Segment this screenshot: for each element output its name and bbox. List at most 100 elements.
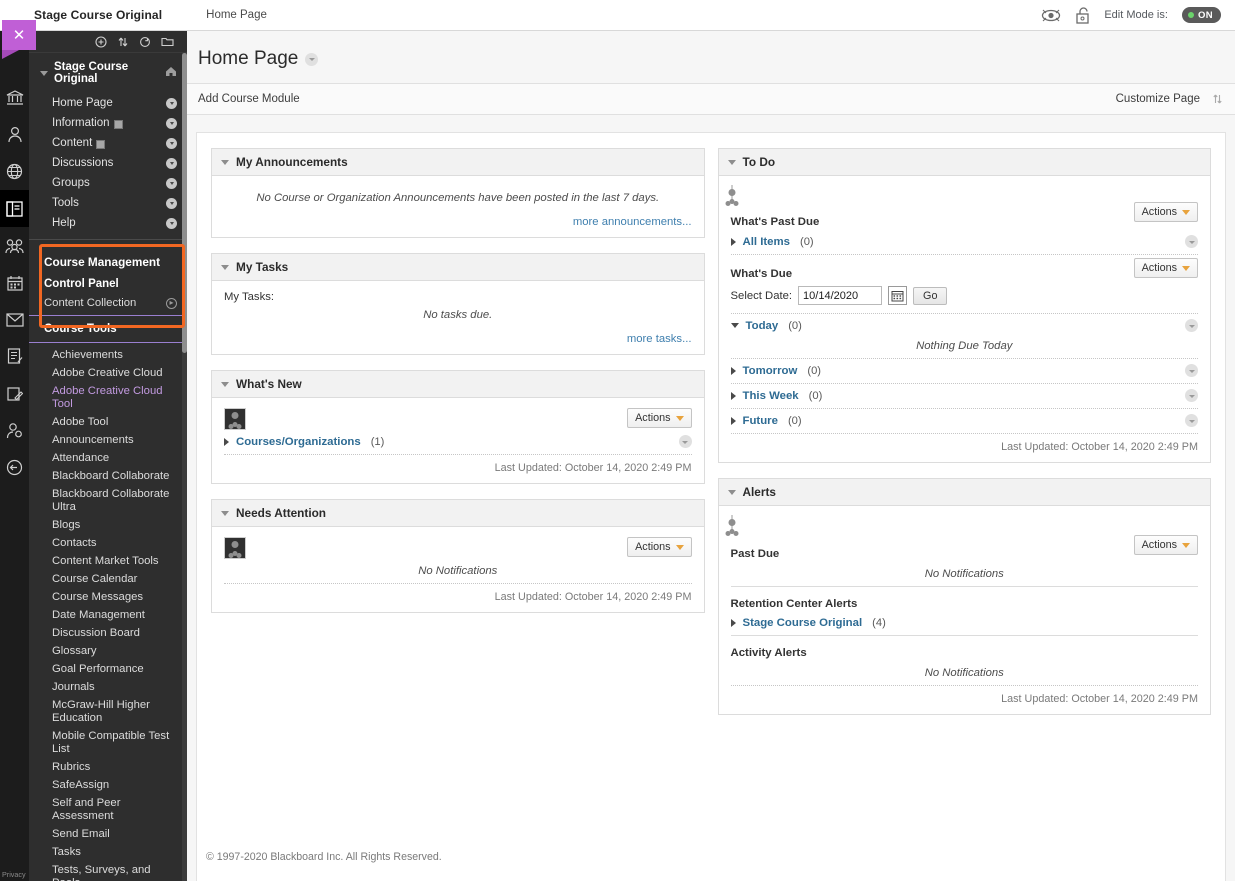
- grades-icon[interactable]: [0, 338, 29, 375]
- refresh-icon[interactable]: [139, 36, 151, 48]
- row-options-chevron-icon[interactable]: [1185, 364, 1198, 377]
- add-content-icon[interactable]: [95, 35, 107, 48]
- tool-link[interactable]: Rubrics: [29, 758, 187, 776]
- tool-link[interactable]: Journals: [29, 678, 187, 696]
- date-input[interactable]: [798, 286, 883, 305]
- tool-link[interactable]: Tests, Surveys, and Pools: [29, 861, 187, 881]
- chevron-down-icon[interactable]: [40, 70, 48, 76]
- collapse-chevron-icon[interactable]: [221, 159, 229, 165]
- item-options-chevron-icon[interactable]: [166, 117, 177, 129]
- course-tools-heading[interactable]: Course Tools: [29, 319, 187, 339]
- tool-link[interactable]: Announcements: [29, 431, 187, 449]
- breadcrumb[interactable]: Home Page: [206, 9, 267, 21]
- tool-link[interactable]: Content Market Tools: [29, 552, 187, 570]
- collapse-chevron-icon[interactable]: [221, 381, 229, 387]
- add-course-module-button[interactable]: Add Course Module: [198, 93, 300, 105]
- go-button[interactable]: Go: [913, 286, 948, 305]
- tool-link-highlighted[interactable]: Adobe Creative Cloud Tool: [29, 382, 187, 413]
- actions-button[interactable]: Actions: [1133, 535, 1198, 555]
- tool-link[interactable]: Goal Performance: [29, 660, 187, 678]
- privacy-link[interactable]: Privacy: [2, 871, 26, 879]
- tools-icon[interactable]: [0, 375, 29, 412]
- item-options-chevron-icon[interactable]: [166, 157, 177, 169]
- tool-link[interactable]: Discussion Board: [29, 624, 187, 642]
- expand-triangle-icon[interactable]: [730, 416, 736, 425]
- sidebar-item-discussions[interactable]: Discussions: [29, 153, 187, 173]
- item-options-chevron-icon[interactable]: [166, 97, 177, 109]
- signout-icon[interactable]: [0, 449, 29, 486]
- sidebar-item-tools[interactable]: Tools: [29, 193, 187, 213]
- collapse-chevron-icon[interactable]: [221, 264, 229, 270]
- expand-triangle-icon[interactable]: [730, 366, 736, 375]
- tool-link[interactable]: Contacts: [29, 534, 187, 552]
- item-options-chevron-icon[interactable]: [166, 197, 177, 209]
- tool-link[interactable]: Blackboard Collaborate: [29, 467, 187, 485]
- tool-link[interactable]: Blackboard Collaborate Ultra: [29, 485, 187, 516]
- tool-link[interactable]: Adobe Creative Cloud: [29, 364, 187, 382]
- expand-triangle-icon[interactable]: [730, 391, 736, 400]
- tool-link[interactable]: SafeAssign: [29, 776, 187, 794]
- sidebar-item-content[interactable]: Content: [29, 133, 187, 153]
- row-options-chevron-icon[interactable]: [1185, 319, 1198, 332]
- calendar-picker-icon[interactable]: [888, 286, 908, 305]
- actions-button[interactable]: Actions: [627, 537, 692, 557]
- sidebar-item-help[interactable]: Help: [29, 213, 187, 233]
- tool-link[interactable]: Blogs: [29, 516, 187, 534]
- sort-order-icon[interactable]: [1212, 93, 1223, 105]
- tool-link[interactable]: Adobe Tool: [29, 413, 187, 431]
- tool-link[interactable]: Self and Peer Assessment: [29, 794, 187, 825]
- collapse-triangle-icon[interactable]: [730, 323, 739, 328]
- actions-button[interactable]: Actions: [627, 408, 692, 428]
- tool-link[interactable]: Course Calendar: [29, 570, 187, 588]
- scrollbar-thumb[interactable]: [182, 53, 187, 353]
- course-menu-title-row[interactable]: Stage Course Original: [29, 53, 187, 93]
- collapse-chevron-icon[interactable]: [727, 489, 736, 495]
- home-icon[interactable]: [165, 66, 177, 80]
- course-menu-scrollbar[interactable]: [182, 53, 187, 881]
- organizations-icon[interactable]: [0, 227, 29, 264]
- sidebar-item-home-page[interactable]: Home Page: [29, 93, 187, 113]
- item-options-chevron-icon[interactable]: [166, 177, 177, 189]
- today-link[interactable]: Today: [746, 320, 779, 332]
- more-announcements-link[interactable]: more announcements...: [224, 210, 692, 228]
- sidebar-item-content-collection[interactable]: Content Collection ▸: [29, 294, 187, 312]
- tool-link[interactable]: McGraw-Hill Higher Education: [29, 696, 187, 727]
- expand-triangle-icon[interactable]: [730, 619, 736, 627]
- admin-icon[interactable]: [0, 412, 29, 449]
- messages-icon[interactable]: [0, 301, 29, 338]
- tool-link[interactable]: Glossary: [29, 642, 187, 660]
- control-panel-heading[interactable]: Control Panel: [29, 274, 187, 294]
- tomorrow-link[interactable]: Tomorrow: [743, 365, 798, 377]
- courses-organizations-link[interactable]: Courses/Organizations: [236, 436, 361, 448]
- sidebar-item-information[interactable]: Information: [29, 113, 187, 133]
- institution-icon[interactable]: [0, 79, 29, 116]
- sidebar-item-groups[interactable]: Groups: [29, 173, 187, 193]
- reorder-icon[interactable]: [117, 36, 129, 48]
- item-options-chevron-icon[interactable]: [166, 137, 177, 149]
- collapse-menu-tab[interactable]: ✕: [2, 20, 36, 59]
- tool-link[interactable]: Tasks: [29, 843, 187, 861]
- this-week-link[interactable]: This Week: [743, 390, 799, 402]
- unlocked-padlock-icon[interactable]: [1075, 6, 1090, 24]
- calendar-icon[interactable]: [0, 264, 29, 301]
- collapse-chevron-icon[interactable]: [727, 159, 736, 165]
- courses-icon[interactable]: [0, 190, 29, 227]
- row-options-chevron-icon[interactable]: [1185, 235, 1198, 248]
- profile-icon[interactable]: [0, 116, 29, 153]
- more-tasks-link[interactable]: more tasks...: [224, 327, 692, 345]
- eye-preview-icon[interactable]: [1041, 8, 1061, 23]
- actions-button-past-due[interactable]: Actions: [1133, 202, 1198, 222]
- tool-link[interactable]: Achievements: [29, 346, 187, 364]
- tool-link[interactable]: Attendance: [29, 449, 187, 467]
- row-options-chevron-icon[interactable]: [1185, 389, 1198, 402]
- folder-view-icon[interactable]: [161, 36, 174, 47]
- all-items-link[interactable]: All Items: [743, 236, 790, 248]
- expand-triangle-icon[interactable]: [730, 237, 736, 246]
- actions-button-whats-due[interactable]: Actions: [1133, 258, 1198, 278]
- expand-arrow-icon[interactable]: ▸: [166, 297, 177, 309]
- row-options-chevron-icon[interactable]: [678, 435, 692, 448]
- expand-triangle-icon[interactable]: [224, 437, 229, 446]
- tool-link[interactable]: Date Management: [29, 606, 187, 624]
- retention-course-link[interactable]: Stage Course Original: [743, 617, 863, 629]
- tool-link[interactable]: Course Messages: [29, 588, 187, 606]
